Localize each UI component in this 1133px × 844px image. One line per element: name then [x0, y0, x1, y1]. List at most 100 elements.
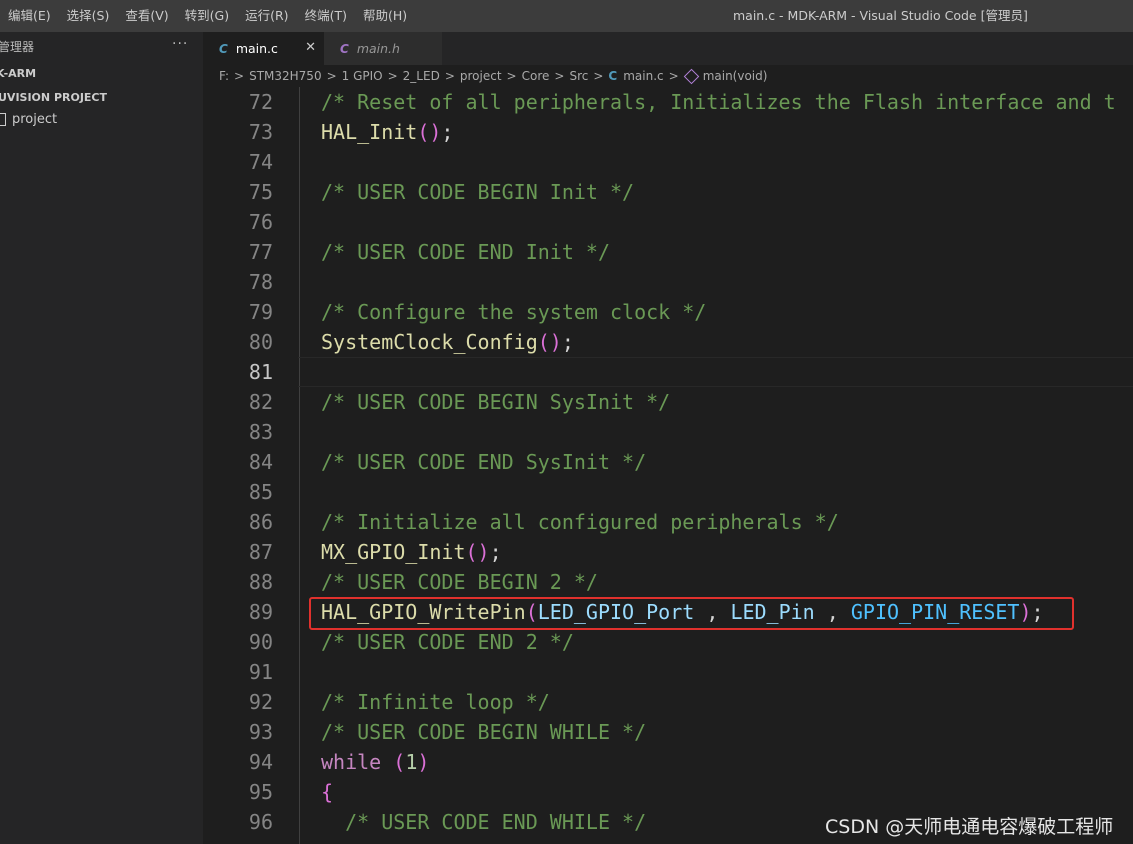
menu-terminal[interactable]: 终端(T): [297, 0, 355, 32]
explorer-title: 管理器: [0, 40, 35, 54]
code-line[interactable]: [298, 207, 1133, 237]
uvision-project-section[interactable]: UVISION PROJECT: [0, 91, 107, 104]
window-title: main.c - MDK-ARM - Visual Studio Code [管…: [733, 8, 1028, 23]
chevron-right-icon: >: [234, 69, 245, 83]
explorer-sidebar: 管理器 ··· K-ARM UVISION PROJECT project: [0, 32, 203, 844]
c-file-icon: C: [219, 41, 228, 56]
code-line[interactable]: /* USER CODE BEGIN WHILE */: [298, 717, 1133, 747]
line-number: 75: [248, 180, 273, 204]
explorer-root-folder[interactable]: K-ARM: [0, 67, 36, 80]
code-line[interactable]: [298, 147, 1133, 177]
chevron-right-icon: >: [326, 69, 337, 83]
code-line[interactable]: /* USER CODE BEGIN 2 */: [298, 567, 1133, 597]
line-number: 73: [248, 120, 273, 144]
chevron-right-icon: >: [554, 69, 565, 83]
c-header-file-icon: C: [340, 41, 349, 56]
code-line[interactable]: /* Infinite loop */: [298, 687, 1133, 717]
code-line[interactable]: /* USER CODE END Init */: [298, 237, 1133, 267]
line-number: 81: [248, 360, 273, 384]
line-number: 93: [248, 720, 273, 744]
menu-run[interactable]: 运行(R): [237, 0, 296, 32]
breadcrumb-symbol[interactable]: main(void): [703, 69, 768, 83]
menu-selection[interactable]: 选择(S): [59, 0, 118, 32]
breadcrumb-folder[interactable]: Core: [522, 69, 550, 83]
code-line[interactable]: while (1): [298, 747, 1133, 777]
code-line[interactable]: [298, 477, 1133, 507]
breadcrumb-drive[interactable]: F:: [219, 69, 229, 83]
tab-main-c[interactable]: C main.c ✕: [203, 32, 324, 65]
breadcrumb-file[interactable]: main.c: [623, 69, 663, 83]
line-number-gutter: 72 73 74 75 76 77 78 79 80 81 82 83 84 85 86 87 88 89 90 91…: [203, 87, 283, 837]
line-number: 92: [248, 690, 273, 714]
tab-label: main.c: [235, 41, 278, 56]
code-editor[interactable]: 72 73 74 75 76 77 78 79 80 81 82 83 84 85 86 87 88 89 90 91…: [203, 87, 1133, 844]
code-line[interactable]: /* Initialize all configured peripherals…: [298, 507, 1133, 537]
project-tree-label: project: [12, 112, 58, 127]
code-line[interactable]: /* USER CODE END 2 */: [298, 627, 1133, 657]
line-number: 89: [248, 600, 273, 624]
line-number: 87: [248, 540, 273, 564]
menu-view[interactable]: 查看(V): [117, 0, 176, 32]
menu-edit[interactable]: 编辑(E): [0, 0, 59, 32]
code-line[interactable]: [298, 267, 1133, 297]
tab-label: main.h: [356, 41, 400, 56]
code-line[interactable]: /* USER CODE BEGIN Init */: [298, 177, 1133, 207]
line-number: 91: [248, 660, 273, 684]
line-number: 95: [248, 780, 273, 804]
c-file-icon: C: [608, 69, 618, 83]
line-number: 83: [248, 420, 273, 444]
line-number: 82: [248, 390, 273, 414]
method-symbol-icon: [683, 68, 699, 84]
line-number: 74: [248, 150, 273, 174]
breadcrumb: F: > STM32H750 > 1 GPIO > 2_LED > projec…: [203, 65, 1133, 87]
line-number: 85: [248, 480, 273, 504]
line-number: 84: [248, 450, 273, 474]
chevron-right-icon: >: [444, 69, 455, 83]
code-line[interactable]: /* USER CODE END SysInit */: [298, 447, 1133, 477]
code-line[interactable]: HAL_Init();: [298, 117, 1133, 147]
breadcrumb-folder[interactable]: STM32H750: [249, 69, 322, 83]
explorer-header: 管理器 ···: [0, 32, 203, 63]
line-number: 94: [248, 750, 273, 774]
menu-help[interactable]: 帮助(H): [355, 0, 415, 32]
line-number: 96: [248, 810, 273, 834]
chevron-right-icon: >: [593, 69, 604, 83]
line-number: 88: [248, 570, 273, 594]
project-tree-item[interactable]: project: [0, 112, 57, 127]
breadcrumb-folder[interactable]: 2_LED: [403, 69, 440, 83]
close-icon[interactable]: ✕: [305, 40, 316, 55]
code-line[interactable]: {: [298, 777, 1133, 807]
code-line[interactable]: MX_GPIO_Init();: [298, 537, 1133, 567]
code-line[interactable]: /* Reset of all peripherals, Initializes…: [298, 87, 1133, 117]
code-area[interactable]: /* Reset of all peripherals, Initializes…: [298, 87, 1133, 837]
menu-go[interactable]: 转到(G): [177, 0, 237, 32]
breadcrumb-folder[interactable]: Src: [569, 69, 588, 83]
chevron-right-icon: >: [387, 69, 398, 83]
line-number: 90: [248, 630, 273, 654]
code-line[interactable]: /* Configure the system clock */: [298, 297, 1133, 327]
code-line[interactable]: HAL_GPIO_WritePin(LED_GPIO_Port , LED_Pi…: [298, 597, 1133, 627]
code-line[interactable]: [298, 417, 1133, 447]
code-line[interactable]: SystemClock_Config();: [298, 327, 1133, 357]
code-line[interactable]: [298, 357, 1133, 387]
line-number: 80: [248, 330, 273, 354]
line-number: 79: [248, 300, 273, 324]
menu-bar: 编辑(E) 选择(S) 查看(V) 转到(G) 运行(R) 终端(T) 帮助(H…: [0, 0, 415, 32]
breadcrumb-folder[interactable]: 1 GPIO: [342, 69, 383, 83]
line-number: 78: [248, 270, 273, 294]
line-number: 72: [248, 90, 273, 114]
editor-tab-bar: C main.c ✕ C main.h: [203, 32, 1133, 65]
watermark: CSDN @天师电通电容爆破工程师: [825, 816, 1114, 838]
breadcrumb-folder[interactable]: project: [460, 69, 502, 83]
code-line[interactable]: /* USER CODE BEGIN SysInit */: [298, 387, 1133, 417]
title-bar: 编辑(E) 选择(S) 查看(V) 转到(G) 运行(R) 终端(T) 帮助(H…: [0, 0, 1133, 32]
line-number: 76: [248, 210, 273, 234]
line-number: 77: [248, 240, 273, 264]
more-actions-icon[interactable]: ···: [172, 32, 188, 60]
chevron-right-icon: >: [506, 69, 517, 83]
line-number: 86: [248, 510, 273, 534]
code-line[interactable]: [298, 657, 1133, 687]
file-icon: [0, 113, 6, 126]
chevron-right-icon: >: [668, 69, 679, 83]
tab-main-h[interactable]: C main.h: [324, 32, 442, 65]
